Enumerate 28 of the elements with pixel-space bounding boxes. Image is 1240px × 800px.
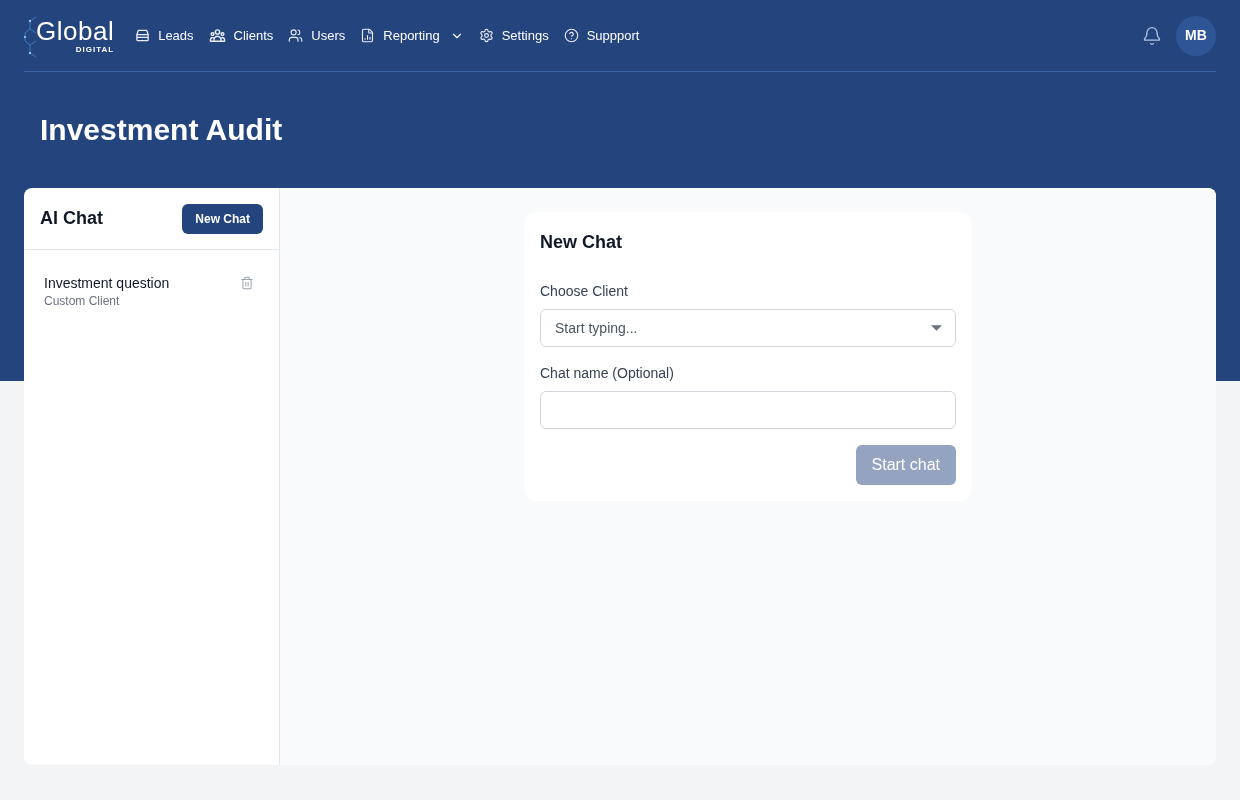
nav-link[interactable]: Leads bbox=[135, 25, 194, 46]
user-avatar[interactable]: MB bbox=[1176, 15, 1216, 56]
tray-icon bbox=[135, 28, 151, 43]
caret-down-icon bbox=[931, 325, 942, 331]
notification-bell-icon[interactable] bbox=[1142, 25, 1162, 46]
settings-icon bbox=[478, 28, 494, 43]
nav-link[interactable]: Suppport bbox=[563, 25, 640, 46]
logo-subtext: DIGITAL bbox=[75, 45, 115, 54]
field-label: Choose Client bbox=[540, 282, 628, 301]
nav-link[interactable]: Settings bbox=[478, 25, 549, 46]
card-title: New Chat bbox=[540, 231, 622, 254]
chat-client-name: Custom Client bbox=[44, 293, 120, 309]
field-label: Chat name (Optional) bbox=[540, 364, 674, 383]
page-title: Investment Audit bbox=[40, 112, 283, 148]
chat-name-input[interactable] bbox=[540, 391, 956, 429]
nav-link[interactable]: Clients bbox=[208, 25, 274, 46]
client-select[interactable]: Start typing... bbox=[540, 309, 956, 347]
chat-title[interactable]: Investment question bbox=[44, 273, 170, 293]
help-icon bbox=[563, 28, 579, 43]
new-chat-button[interactable]: New Chat bbox=[182, 203, 263, 234]
sidebar-title: AI Chat bbox=[40, 207, 103, 230]
trash-icon[interactable] bbox=[240, 276, 254, 290]
logo-wordmark: Global bbox=[36, 17, 115, 45]
nav-link[interactable]: Reporting bbox=[360, 25, 464, 46]
nav-link[interactable]: Users bbox=[288, 25, 346, 46]
chart-document-icon bbox=[360, 28, 376, 43]
people-group-icon bbox=[208, 27, 226, 44]
people-icon bbox=[288, 28, 304, 43]
